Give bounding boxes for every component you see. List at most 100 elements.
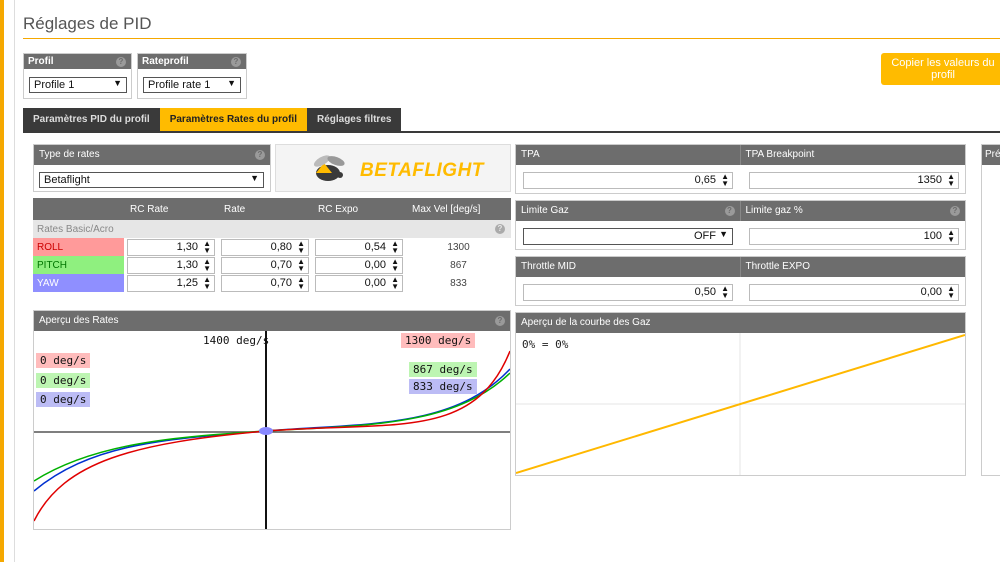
rates-preview-panel: Aperçu des Rates ? 1400 deg/s 0 deg/s 0 … [33,310,511,530]
title-divider [23,38,1000,39]
throttle-limit-select[interactable]: OFF ▼ [523,228,733,245]
help-icon[interactable]: ? [116,57,126,67]
help-icon[interactable]: ? [255,150,265,160]
tab-rates-settings[interactable]: Paramètres Rates du profil [159,108,307,132]
spinner-icon[interactable]: ▲ ▼ [947,229,955,244]
tpa-input[interactable]: 0,65 ▲ ▼ [523,172,733,189]
side-panel-label: Pré [985,149,1000,160]
pitch-rc-rate-input[interactable]: 1,30 ▲ ▼ [127,256,216,274]
help-icon[interactable]: ? [231,57,241,67]
axis-label-pitch: PITCH [33,256,125,274]
rateprofile-label: Rateprofil [142,56,189,67]
throttle-limit-panel: Limite Gaz ? Limite gaz % ? OFF ▼ 100 ▲ ▼ [515,200,966,250]
rateprofile-box: Rateprofil ? Profile rate 1 ▼ [137,53,247,99]
dropdown-arrow-icon: ▼ [719,229,728,239]
pitch-rc-rate-value: 1,30 [176,258,199,271]
spinner-icon[interactable]: ▲ ▼ [297,257,305,272]
help-icon[interactable]: ? [495,316,505,326]
pitch-rc-expo-input[interactable]: 0,00 ▲ ▼ [315,256,404,274]
rates-preview-title: Aperçu des Rates [39,315,119,326]
throttle-limit-pct-input[interactable]: 100 ▲ ▼ [749,228,959,245]
roll-rc-rate-value: 1,30 [176,240,199,253]
rates-preview-header: Aperçu des Rates ? [34,311,510,331]
tpa-value: 0,65 [694,174,716,186]
roll-rc-rate-input[interactable]: 1,30 ▲ ▼ [127,238,216,256]
yaw-rc-rate-input[interactable]: 1,25 ▲ ▼ [127,274,216,292]
bee-icon [313,155,345,181]
side-panel-header: Pré [982,145,1000,165]
yaw-rc-rate-value: 1,25 [176,276,199,289]
throttle-expo-label: Throttle EXPO [745,261,810,272]
spinner-icon[interactable]: ▲ ▼ [203,275,211,290]
rates-type-label: Type de rates [39,149,100,160]
roll-rc-expo-input[interactable]: 0,54 ▲ ▼ [315,238,404,256]
pitch-rate-input[interactable]: 0,70 ▲ ▼ [221,256,310,274]
spinner-icon[interactable]: ▲ ▼ [203,239,211,254]
spinner-icon[interactable]: ▲ ▼ [391,239,399,254]
page-title: Réglages de PID [23,14,152,33]
spinner-icon[interactable]: ▲ ▼ [297,275,305,290]
tab-pid-settings[interactable]: Paramètres PID du profil [23,108,160,132]
rates-type-select[interactable]: Betaflight ▼ [39,172,264,188]
yaw-rate-input[interactable]: 0,70 ▲ ▼ [221,274,310,292]
pitch-rate-value: 0,70 [270,258,293,271]
pitch-max-vel: 867 [450,259,467,271]
rateprofile-value: Profile rate 1 [148,79,211,91]
roll-current-label: 0 deg/s [36,353,91,368]
header-max-vel: Max Vel [deg/s] [406,198,511,220]
yaw-rc-expo-input[interactable]: 0,00 ▲ ▼ [315,274,404,292]
tpa-breakpoint-input[interactable]: 1350 ▲ ▼ [749,172,959,189]
spinner-icon[interactable]: ▲ ▼ [297,239,305,254]
profile-box: Profil ? Profile 1 ▼ [23,53,132,99]
header-rc-expo: RC Expo [312,198,407,220]
yaw-rc-expo-value: 0,00 [364,276,387,289]
spinner-icon[interactable]: ▲ ▼ [721,173,729,188]
tab-divider [23,131,1000,133]
spinner-icon[interactable]: ▲ ▼ [947,285,955,300]
tpa-breakpoint-value: 1350 [917,174,942,186]
help-icon[interactable]: ? [495,224,505,234]
rates-section-row: Rates Basic/Acro ? [33,220,511,238]
copy-profile-button[interactable]: Copier les valeurs du profil [881,53,1000,85]
tab-filter-settings[interactable]: Réglages filtres [306,108,402,132]
help-icon[interactable]: ? [724,206,735,216]
tpa-label: TPA [516,145,741,165]
dropdown-arrow-icon: ▼ [250,173,259,183]
throttle-expo-input[interactable]: 0,00 ▲ ▼ [749,284,959,301]
pitch-current-label: 0 deg/s [36,373,91,388]
yaw-max-label: 833 deg/s [409,379,477,394]
pitch-max-label: 867 deg/s [409,362,477,377]
pitch-rc-expo-value: 0,00 [364,258,387,271]
profile-value: Profile 1 [34,79,75,91]
throttle-limit-pct-label: Limite gaz % [745,205,803,216]
spinner-icon[interactable]: ▲ ▼ [391,257,399,272]
throttle-mid-label: Throttle MID [516,257,741,277]
center-rate-label: 1400 deg/s [203,334,270,347]
profile-select[interactable]: Profile 1 ▼ [29,77,127,93]
spinner-icon[interactable]: ▲ ▼ [391,275,399,290]
table-row: YAW 1,25 ▲ ▼ 0,70 ▲ ▼ 0,00 ▲ ▼ 833 [33,274,511,292]
throttle-limit-header: Limite Gaz ? Limite gaz % ? [516,201,965,221]
spinner-icon[interactable]: ▲ ▼ [721,285,729,300]
throttle-expo-value: 0,00 [920,286,942,298]
spinner-icon[interactable]: ▲ ▼ [947,173,955,188]
throttle-limit-value: OFF [694,230,716,242]
spinner-icon[interactable]: ▲ ▼ [203,257,211,272]
header-rc-rate: RC Rate [124,198,219,220]
yaw-current-label: 0 deg/s [36,392,91,407]
profile-label: Profil [28,56,54,67]
left-accent-strip [0,0,4,562]
tpa-header: TPA TPA Breakpoint [516,145,965,165]
betaflight-wordmark: BETAFLIGHT [360,160,484,181]
profile-header: Profil ? [24,54,131,69]
throttle-mid-expo-header: Throttle MID Throttle EXPO [516,257,965,277]
header-axis [33,198,125,220]
help-icon[interactable]: ? [950,206,960,216]
throttle-mid-input[interactable]: 0,50 ▲ ▼ [523,284,733,301]
stick-position-marker [259,427,273,435]
rateprofile-select[interactable]: Profile rate 1 ▼ [143,77,241,93]
tab-bar: Paramètres PID du profil Paramètres Rate… [23,108,402,132]
yaw-max-vel: 833 [450,277,467,289]
roll-rate-input[interactable]: 0,80 ▲ ▼ [221,238,310,256]
throttle-limit-pct-header-cell: Limite gaz % ? [741,201,966,221]
